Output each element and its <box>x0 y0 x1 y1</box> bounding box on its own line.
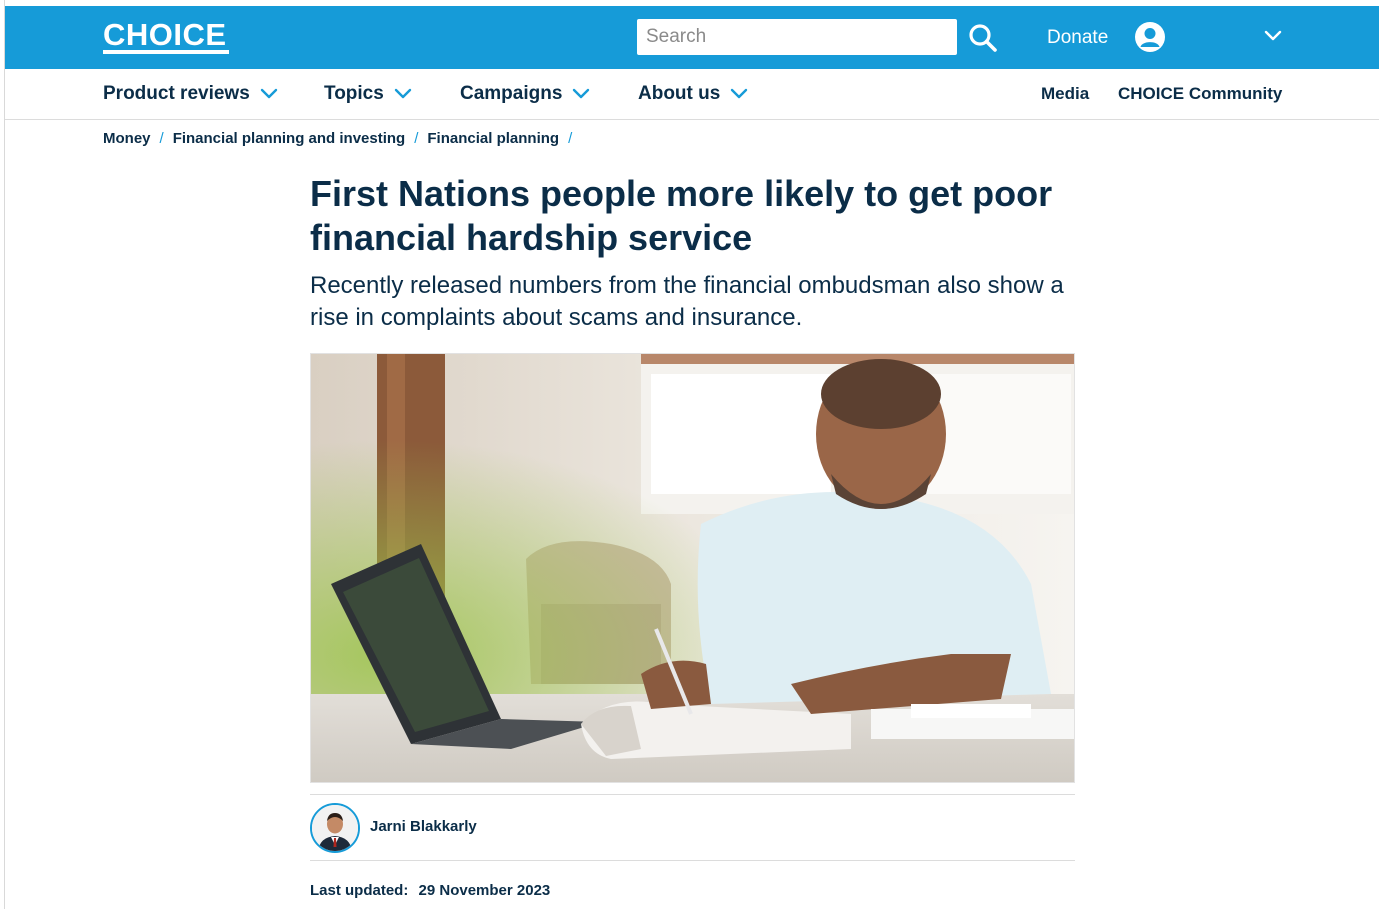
nav-topics[interactable]: Topics <box>324 83 412 105</box>
author-name-link[interactable]: Jarni Blakkarly <box>370 818 477 835</box>
nav-campaigns[interactable]: Campaigns <box>460 83 590 105</box>
chevron-down-icon <box>731 88 748 99</box>
last-updated-label: Last updated: <box>310 882 409 899</box>
chevron-down-icon <box>1264 30 1282 41</box>
window-frame-left <box>0 0 5 909</box>
nav-product-reviews[interactable]: Product reviews <box>103 83 278 105</box>
breadcrumb-separator: / <box>159 130 164 147</box>
breadcrumb-link[interactable]: Financial planning and investing <box>173 130 406 147</box>
nav-item-label: About us <box>638 83 721 104</box>
nav-about-us[interactable]: About us <box>638 83 748 105</box>
chevron-down-icon <box>573 88 590 99</box>
author-divider-top <box>310 794 1075 795</box>
author-divider-bottom <box>310 860 1075 861</box>
chevron-down-icon <box>394 88 412 99</box>
account-button[interactable] <box>1135 22 1165 52</box>
article-subtitle: Recently released numbers from the finan… <box>310 272 1064 331</box>
user-icon <box>1135 22 1165 52</box>
nav-media-link[interactable]: Media <box>1041 84 1089 104</box>
donate-link[interactable]: Donate <box>1047 27 1108 49</box>
breadcrumb-link[interactable]: Money <box>103 130 151 147</box>
breadcrumb-link[interactable]: Financial planning <box>427 130 559 147</box>
hero-image <box>310 353 1075 783</box>
nav-item-label: Campaigns <box>460 83 563 104</box>
logo-underline <box>103 50 229 54</box>
breadcrumb-separator: / <box>568 130 573 147</box>
search-button[interactable] <box>967 22 999 54</box>
nav-choice-community-link[interactable]: CHOICE Community <box>1118 84 1282 104</box>
article-title: First Nations people more likely to get … <box>310 173 1053 258</box>
main-navigation: Product reviews Topics Campaigns About u… <box>5 69 1379 120</box>
account-menu-toggle[interactable] <box>1264 29 1282 43</box>
breadcrumb: Money / Financial planning and investing… <box>103 130 581 147</box>
nav-item-label: Product reviews <box>103 83 250 104</box>
search-icon <box>969 24 997 52</box>
author-avatar <box>310 803 360 853</box>
choice-logo[interactable]: CHOICE <box>103 17 227 53</box>
nav-item-label: Topics <box>324 83 384 104</box>
breadcrumb-separator: / <box>414 130 419 147</box>
chevron-down-icon <box>260 88 277 99</box>
last-updated: Last updated: 29 November 2023 <box>310 882 556 899</box>
search-input[interactable] <box>637 19 957 55</box>
last-updated-date: 29 November 2023 <box>418 882 551 899</box>
top-header: CHOICE Donate <box>5 6 1379 69</box>
